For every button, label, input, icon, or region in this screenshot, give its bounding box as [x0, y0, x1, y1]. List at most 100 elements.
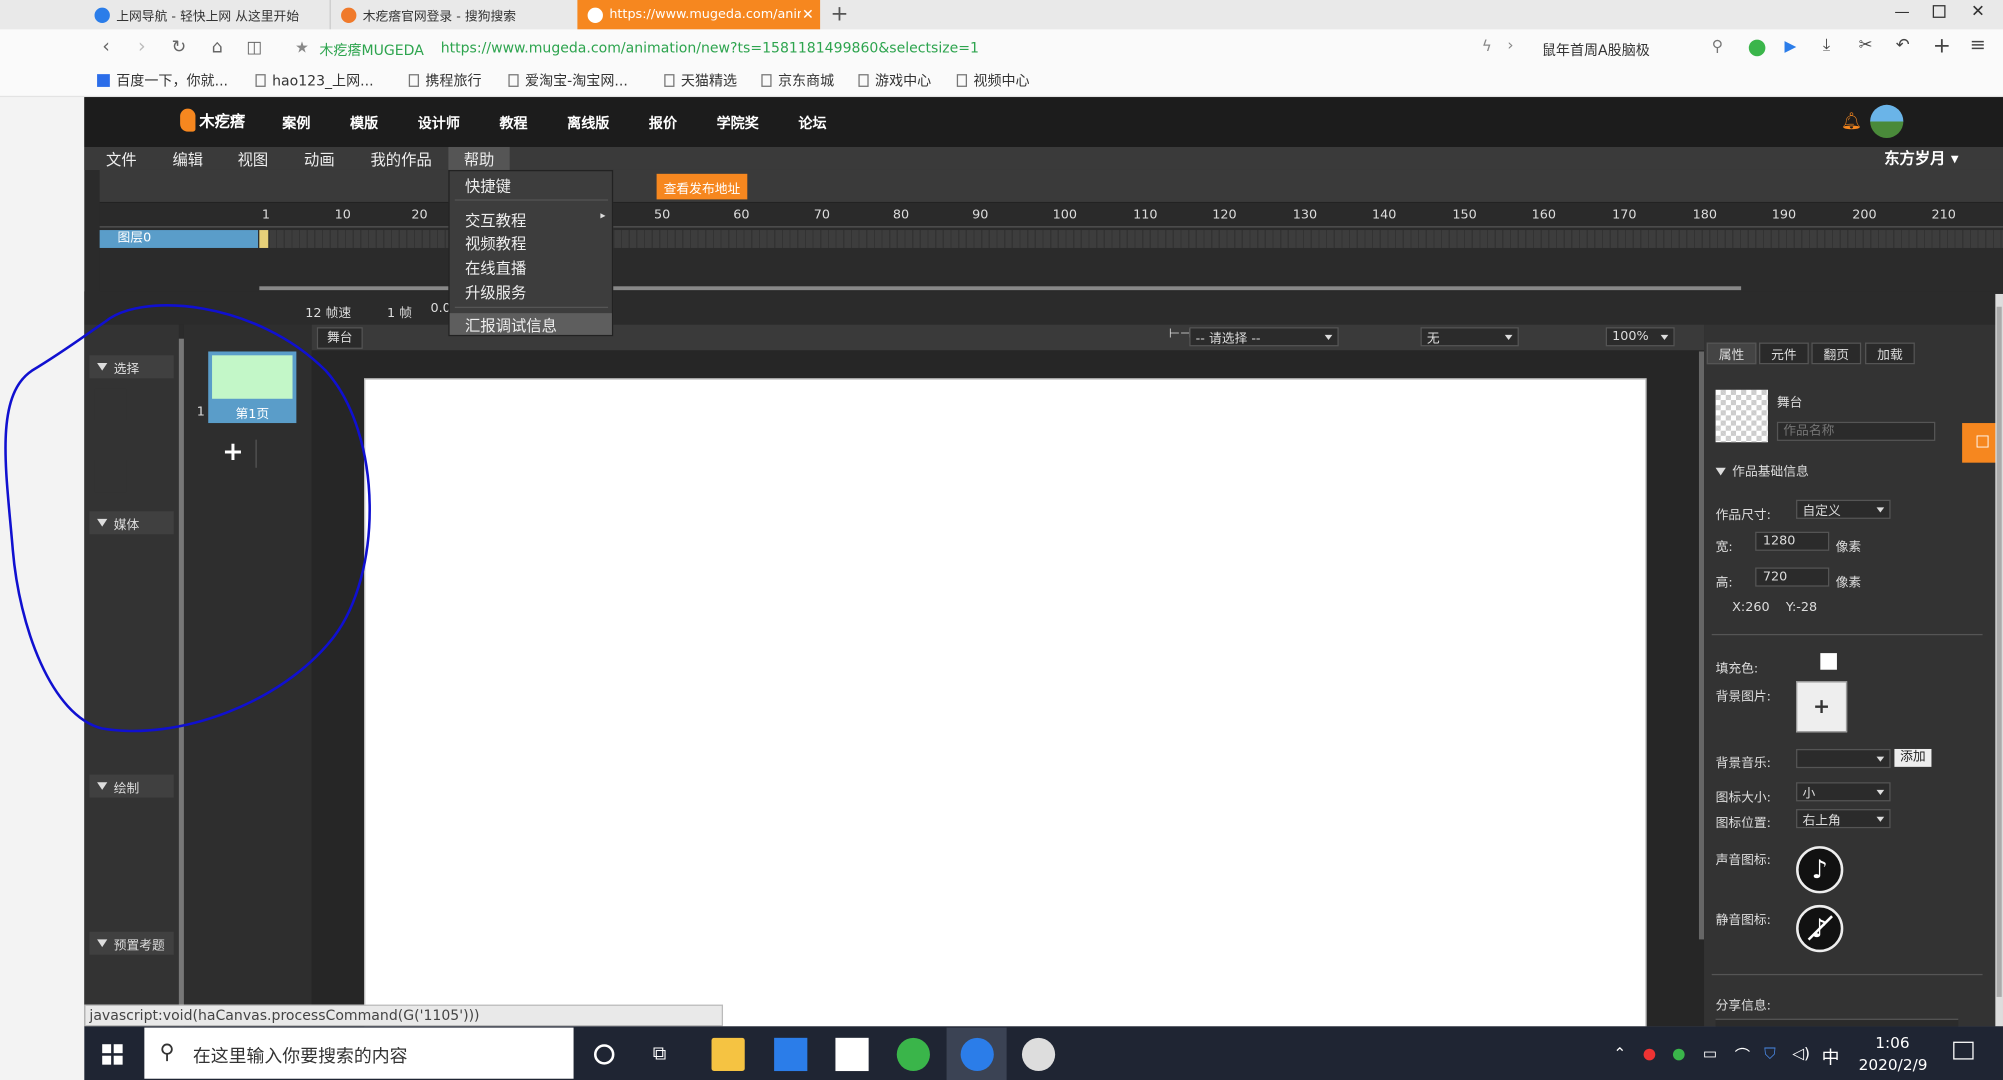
- menu-help[interactable]: 帮助: [448, 146, 510, 172]
- menu-item-report-debug[interactable]: 汇报调试信息: [449, 313, 612, 335]
- refresh-icon[interactable]: ↻: [166, 37, 192, 57]
- close-window-icon[interactable]: ✕: [1971, 3, 1985, 22]
- mail-icon[interactable]: [835, 1037, 869, 1072]
- restore-icon[interactable]: [1932, 5, 1946, 18]
- minimize-icon[interactable]: —: [1894, 3, 1909, 21]
- menu-icon[interactable]: ≡: [1970, 33, 1986, 56]
- ime-indicator[interactable]: 中: [1822, 1044, 1840, 1070]
- browser-taskbar-icon[interactable]: [960, 1037, 994, 1072]
- bookmark-item[interactable]: 视频中心: [956, 70, 1030, 90]
- tab-symbols[interactable]: 元件: [1759, 342, 1809, 365]
- bookmark-item[interactable]: 爱淘宝-淘宝网...: [508, 70, 628, 90]
- tray-chevron-icon[interactable]: ⌃: [1613, 1044, 1626, 1062]
- nav-item[interactable]: 报价: [649, 112, 677, 132]
- keyframe[interactable]: [259, 230, 269, 248]
- browser-tab[interactable]: 木疙瘩官网登录 - 搜狗搜索: [329, 0, 573, 30]
- size-select[interactable]: 自定义: [1796, 499, 1891, 519]
- tab-paging[interactable]: 翻页: [1811, 342, 1862, 365]
- menu-my-works[interactable]: 我的作品: [370, 148, 431, 170]
- avatar[interactable]: [1870, 104, 1904, 139]
- address-bar[interactable]: https://www.mugeda.com/animation/new?ts=…: [441, 40, 979, 57]
- reader-icon[interactable]: ◫: [241, 38, 267, 57]
- publish-address-button[interactable]: 查看发布地址: [656, 173, 748, 200]
- zoom-select[interactable]: 100%: [1605, 327, 1675, 347]
- bell-icon[interactable]: 🔔︎: [1841, 112, 1862, 131]
- menu-view[interactable]: 视图: [238, 148, 269, 170]
- close-tab-icon[interactable]: ✕: [802, 6, 814, 23]
- nav-item[interactable]: 设计师: [418, 112, 460, 132]
- search-icon[interactable]: ⚲: [1712, 37, 1723, 55]
- new-tab-button[interactable]: +: [830, 1, 848, 27]
- sound-mute-icon[interactable]: ♪: [1796, 904, 1844, 953]
- home-icon[interactable]: ⌂: [204, 37, 230, 57]
- logo[interactable]: 木疙瘩: [180, 108, 245, 132]
- menu-item-upgrade[interactable]: 升级服务: [465, 281, 526, 303]
- sound-on-icon[interactable]: ♪: [1796, 846, 1844, 894]
- menu-edit[interactable]: 编辑: [172, 148, 203, 170]
- menu-item-interactive-tutorial[interactable]: 交互教程: [465, 210, 526, 232]
- browser-tab[interactable]: 上网导航 - 轻快上网 从这里开始: [84, 0, 327, 29]
- store-icon[interactable]: [774, 1037, 808, 1072]
- nav-item[interactable]: 案例: [282, 112, 310, 132]
- browser-tab-active[interactable]: https://www.mugeda.com/animati ✕: [577, 0, 821, 30]
- search-box[interactable]: 鼠年首周A股脑极: [1542, 40, 1721, 60]
- menu-item-live[interactable]: 在线直播: [465, 257, 526, 279]
- clock-time[interactable]: 1:06: [1875, 1034, 1909, 1052]
- bookmark-item[interactable]: hao123_上网...: [255, 70, 374, 90]
- align-icon[interactable]: ⊢⊣: [1169, 327, 1191, 341]
- add-bgimg-button[interactable]: +: [1796, 681, 1848, 733]
- stage-option-select[interactable]: 无: [1420, 327, 1519, 347]
- nav-item[interactable]: 教程: [499, 112, 527, 132]
- scissors-icon[interactable]: ✂: [1859, 36, 1873, 55]
- bookmark-item[interactable]: 游戏中心: [858, 70, 931, 90]
- wechat-taskbar-icon[interactable]: [896, 1037, 930, 1072]
- add-music-button[interactable]: 添加: [1894, 748, 1932, 767]
- notification-icon[interactable]: [1953, 1041, 1974, 1060]
- tab-properties[interactable]: 属性: [1706, 342, 1757, 365]
- bookmark-item[interactable]: 携程旅行: [408, 70, 482, 90]
- taskbar-search[interactable]: ⚲ 在这里输入你要搜索的内容: [144, 1027, 574, 1079]
- panel-preset-questions[interactable]: 预置考题: [89, 931, 174, 955]
- undo-icon[interactable]: ↶: [1896, 36, 1910, 55]
- menu-animation[interactable]: 动画: [304, 148, 335, 170]
- volume-icon[interactable]: ◁): [1792, 1044, 1810, 1062]
- share-title-input[interactable]: [1715, 1018, 1959, 1027]
- nav-item[interactable]: 论坛: [798, 112, 826, 132]
- fill-color-swatch[interactable]: [1820, 653, 1837, 670]
- clock-date[interactable]: 2020/2/9: [1859, 1056, 1928, 1074]
- wechat-icon[interactable]: [1748, 39, 1766, 57]
- nav-item[interactable]: 模版: [350, 112, 378, 132]
- iconpos-select[interactable]: 右上角: [1796, 809, 1891, 829]
- work-name-input[interactable]: [1776, 421, 1936, 441]
- cortana-icon[interactable]: [594, 1044, 615, 1065]
- task-view-icon[interactable]: ⧉: [653, 1042, 667, 1065]
- star-icon[interactable]: ★: [295, 38, 309, 56]
- section-header[interactable]: 作品基础信息: [1715, 460, 1809, 479]
- bookmark-item[interactable]: 京东商城: [761, 70, 834, 90]
- iconsize-select[interactable]: 小: [1796, 782, 1891, 802]
- security-icon[interactable]: ⛉: [1764, 1044, 1776, 1063]
- windows-start-icon[interactable]: [102, 1044, 123, 1065]
- battery-icon[interactable]: ▭: [1703, 1044, 1717, 1062]
- nav-item[interactable]: 学院奖: [717, 112, 759, 132]
- file-explorer-icon[interactable]: [711, 1037, 745, 1072]
- height-input[interactable]: 720: [1755, 567, 1830, 587]
- download-icon[interactable]: ⤓: [1823, 36, 1830, 55]
- tab-loading[interactable]: 加载: [1865, 342, 1915, 365]
- layer-row[interactable]: 图层0: [99, 230, 259, 248]
- nav-item[interactable]: 离线版: [567, 112, 609, 132]
- menu-file[interactable]: 文件: [106, 148, 137, 170]
- app-taskbar-icon[interactable]: [1021, 1037, 1056, 1072]
- user-menu[interactable]: 东方岁月 ▾: [1884, 147, 1958, 169]
- forward-icon[interactable]: ›: [129, 35, 155, 58]
- stage-object-select[interactable]: -- 请选择 --: [1189, 327, 1339, 347]
- tray-app-icon[interactable]: ●: [1643, 1044, 1656, 1062]
- bookmark-item[interactable]: 天猫精选: [664, 70, 737, 90]
- tray-wechat-icon[interactable]: ●: [1672, 1044, 1685, 1062]
- chevron-right-icon[interactable]: ›: [1507, 36, 1513, 54]
- scroll-thumb[interactable]: [1996, 306, 2002, 997]
- play-icon[interactable]: ▶: [1785, 37, 1797, 55]
- panel-draw[interactable]: 绘制: [89, 774, 174, 798]
- lightning-icon[interactable]: ϟ: [1482, 37, 1492, 55]
- add-icon[interactable]: +: [1933, 33, 1951, 59]
